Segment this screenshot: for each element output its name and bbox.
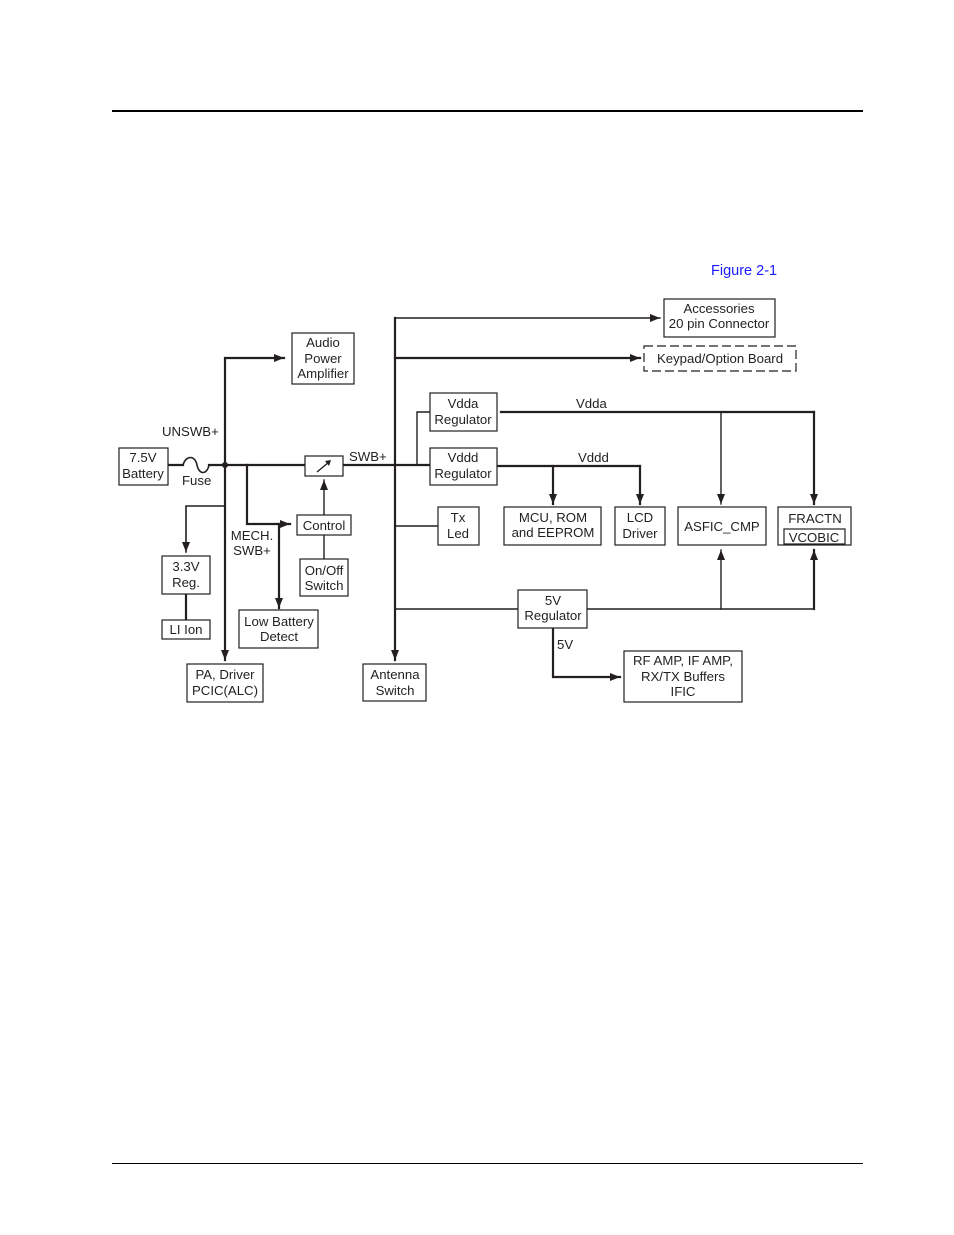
pa-driver-label: PA, Driver PCIC(ALC): [192, 667, 258, 698]
mech-swb-label: MECH. SWB+: [231, 528, 274, 558]
onoff-label: On/Off Switch: [305, 563, 344, 593]
wire-mech-swb: [245, 463, 292, 528]
liion-label: LI Ion: [170, 622, 203, 637]
fractn-label: FRACTN: [788, 511, 841, 526]
control-label: Control: [303, 518, 346, 533]
swb-label: SWB+: [349, 449, 387, 464]
vdda-label: Vdda: [576, 396, 607, 411]
vddd-label: Vddd: [578, 450, 609, 465]
wire-5v-rf: [551, 625, 622, 681]
wire-vdda-reg: [416, 411, 431, 466]
fuse-icon: [182, 456, 210, 474]
keypad-label: Keypad/Option Board: [657, 351, 783, 366]
asfic-label: ASFIC_CMP: [684, 519, 760, 534]
lcd-label: LCD Driver: [622, 510, 658, 541]
wire-33v-reg: [182, 505, 226, 553]
wire-audio-amp: [223, 354, 286, 467]
mcu-label: MCU, ROM and EEPROM: [512, 510, 595, 540]
footer-rule: [112, 1163, 863, 1164]
fuse-label: Fuse: [182, 473, 211, 488]
unswb-label: UNSWB+: [162, 424, 219, 439]
5v-label: 5V: [557, 637, 573, 652]
antenna-label: Antenna Switch: [370, 667, 420, 698]
power-distribution-diagram: 7.5V Battery Audio Power Amplifier Accessor…: [118, 298, 852, 703]
vcobic-label: VCOBIC: [789, 530, 840, 545]
reg33-label: 3.3V Reg.: [172, 559, 200, 590]
